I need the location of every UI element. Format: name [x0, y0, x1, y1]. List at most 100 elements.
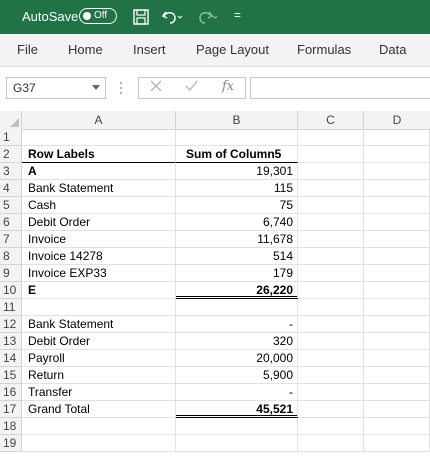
- cell-a[interactable]: Debit Order: [22, 333, 176, 350]
- cell-b[interactable]: 75: [176, 197, 298, 214]
- cell-c[interactable]: [298, 163, 364, 180]
- row-number[interactable]: 17: [0, 401, 22, 418]
- row-number[interactable]: 2: [0, 146, 22, 163]
- cell-c[interactable]: [298, 214, 364, 231]
- row-number[interactable]: 9: [0, 265, 22, 282]
- cell-d[interactable]: [364, 316, 430, 333]
- cell-b[interactable]: 6,740: [176, 214, 298, 231]
- cell-b[interactable]: [176, 299, 298, 316]
- cell-a[interactable]: Debit Order: [22, 214, 176, 231]
- pivot-header-sum[interactable]: Sum of Column5: [176, 146, 298, 163]
- chevron-down-icon[interactable]: [92, 85, 100, 90]
- cell-c[interactable]: [298, 418, 364, 435]
- cell-d[interactable]: [364, 265, 430, 282]
- cell-a[interactable]: Cash: [22, 197, 176, 214]
- cell-d[interactable]: [364, 333, 430, 350]
- cell-c[interactable]: [298, 367, 364, 384]
- cell-c[interactable]: [298, 248, 364, 265]
- cell-c[interactable]: [298, 299, 364, 316]
- undo-icon[interactable]: [160, 8, 182, 26]
- cell-a[interactable]: Bank Statement: [22, 316, 176, 333]
- cell-b[interactable]: 179: [176, 265, 298, 282]
- cell-a[interactable]: Invoice 14278: [22, 248, 176, 265]
- cell-b[interactable]: [176, 418, 298, 435]
- pivot-header-row-labels[interactable]: Row Labels: [22, 146, 176, 163]
- cell-b[interactable]: 11,678: [176, 231, 298, 248]
- cell-a[interactable]: E: [22, 282, 176, 299]
- save-icon[interactable]: [132, 8, 150, 26]
- grand-total-value[interactable]: 45,521: [176, 401, 298, 418]
- cell-a[interactable]: Bank Statement: [22, 180, 176, 197]
- autosave-toggle[interactable]: Off: [79, 8, 117, 24]
- row-number[interactable]: 11: [0, 299, 22, 316]
- insert-function-icon[interactable]: fx: [222, 79, 234, 94]
- cell-b[interactable]: -: [176, 384, 298, 401]
- cell-c[interactable]: [298, 401, 364, 418]
- cell-a[interactable]: Grand Total: [22, 401, 176, 418]
- cell-d[interactable]: [364, 418, 430, 435]
- subtotal-value[interactable]: 26,220: [176, 282, 298, 299]
- cell-b[interactable]: 19,301: [176, 163, 298, 180]
- cell-d[interactable]: [364, 299, 430, 316]
- cell-b[interactable]: 320: [176, 333, 298, 350]
- row-number[interactable]: 12: [0, 316, 22, 333]
- row-number[interactable]: 18: [0, 418, 22, 435]
- column-header-d[interactable]: D: [364, 111, 430, 129]
- row-number[interactable]: 7: [0, 231, 22, 248]
- cell-c[interactable]: [298, 282, 364, 299]
- customize-toolbar-icon[interactable]: =: [234, 8, 241, 22]
- cell-b[interactable]: -: [176, 316, 298, 333]
- cell-d[interactable]: [364, 129, 430, 146]
- cell-c[interactable]: [298, 350, 364, 367]
- cell-a[interactable]: [22, 299, 176, 316]
- cell-d[interactable]: [364, 214, 430, 231]
- enter-check-icon[interactable]: [185, 80, 198, 92]
- splitter-dots-icon[interactable]: [119, 80, 123, 96]
- cell-a[interactable]: [22, 435, 176, 452]
- cell-b[interactable]: [176, 129, 298, 146]
- cell-a[interactable]: Transfer: [22, 384, 176, 401]
- row-number[interactable]: 4: [0, 180, 22, 197]
- tab-file[interactable]: File: [17, 42, 38, 57]
- cell-a[interactable]: [22, 129, 176, 146]
- cell-c[interactable]: [298, 197, 364, 214]
- column-header-c[interactable]: C: [298, 111, 364, 129]
- cell-d[interactable]: [364, 384, 430, 401]
- cell-d[interactable]: [364, 163, 430, 180]
- cell-d[interactable]: [364, 146, 430, 163]
- cell-d[interactable]: [364, 401, 430, 418]
- row-number[interactable]: 5: [0, 197, 22, 214]
- tab-data[interactable]: Data: [379, 42, 406, 57]
- cell-a[interactable]: Return: [22, 367, 176, 384]
- cell-c[interactable]: [298, 265, 364, 282]
- cell-b[interactable]: 5,900: [176, 367, 298, 384]
- cancel-icon[interactable]: [150, 80, 162, 92]
- cell-d[interactable]: [364, 180, 430, 197]
- cell-c[interactable]: [298, 231, 364, 248]
- cell-d[interactable]: [364, 248, 430, 265]
- cell-d[interactable]: [364, 367, 430, 384]
- row-number[interactable]: 8: [0, 248, 22, 265]
- tab-home[interactable]: Home: [68, 42, 103, 57]
- cell-c[interactable]: [298, 146, 364, 163]
- select-all-corner[interactable]: [0, 111, 22, 129]
- column-header-a[interactable]: A: [22, 111, 176, 129]
- row-number[interactable]: 6: [0, 214, 22, 231]
- row-number[interactable]: 14: [0, 350, 22, 367]
- cell-c[interactable]: [298, 333, 364, 350]
- tab-insert[interactable]: Insert: [133, 42, 166, 57]
- cell-d[interactable]: [364, 231, 430, 248]
- row-number[interactable]: 16: [0, 384, 22, 401]
- tab-formulas[interactable]: Formulas: [297, 42, 351, 57]
- redo-icon[interactable]: [195, 8, 217, 26]
- cell-d[interactable]: [364, 435, 430, 452]
- cell-d[interactable]: [364, 350, 430, 367]
- row-number[interactable]: 19: [0, 435, 22, 452]
- cell-a[interactable]: Invoice: [22, 231, 176, 248]
- formula-input[interactable]: [250, 77, 430, 99]
- cell-b[interactable]: 20,000: [176, 350, 298, 367]
- cell-c[interactable]: [298, 129, 364, 146]
- cell-b[interactable]: 115: [176, 180, 298, 197]
- cell-d[interactable]: [364, 197, 430, 214]
- row-number[interactable]: 15: [0, 367, 22, 384]
